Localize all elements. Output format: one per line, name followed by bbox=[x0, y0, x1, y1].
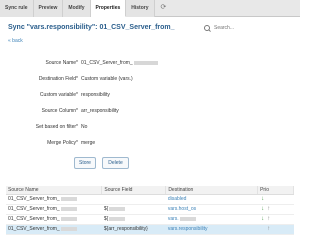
table-row[interactable]: 01_CSV_Server_from_ ${ vars.host_os ↓ ↑ bbox=[6, 204, 294, 215]
merge-policy-label: Merge Policy* bbox=[47, 140, 78, 146]
tab-sync-rule[interactable]: Sync rule bbox=[0, 0, 34, 17]
source-name-value[interactable]: 01_CSV_Server_from_ bbox=[81, 60, 158, 66]
form-row-destination-field: Destination Field* Custom variable (vars… bbox=[0, 74, 300, 86]
tab-modify[interactable]: Modify bbox=[63, 0, 91, 17]
cell-source-name: 01_CSV_Server_from_ bbox=[6, 204, 102, 215]
cell-destination: disabled bbox=[165, 194, 258, 205]
cell-prio: ↓ ↑ bbox=[257, 204, 294, 215]
cell-source-field: ${ bbox=[101, 214, 166, 225]
refresh-icon[interactable]: ⟳ bbox=[155, 0, 173, 17]
cell-source-field: ${ bbox=[101, 204, 166, 215]
arrow-down-icon[interactable]: ↓ bbox=[260, 196, 266, 202]
col-destination[interactable]: Destination bbox=[165, 186, 259, 195]
col-source-name[interactable]: Source Name bbox=[6, 186, 103, 195]
form-row-custom-variable: Custom variable* responsibility bbox=[0, 90, 300, 102]
cell-source-name: 01_CSV_Server_from_ bbox=[6, 194, 102, 205]
table-row-selected[interactable]: 01_CSV_Server_from_ ${arr_responsibility… bbox=[6, 224, 294, 235]
col-source-field[interactable]: Source Field bbox=[101, 186, 167, 195]
arrow-up-icon[interactable]: ↑ bbox=[266, 216, 272, 222]
cell-source-name: 01_CSV_Server_from_ bbox=[6, 224, 102, 235]
form-row-source-column: Source Column* arr_responsibility bbox=[0, 106, 300, 118]
cell-destination: vars. bbox=[165, 214, 258, 225]
sync-properties-table: Source Name Source Field Destination Pri… bbox=[6, 186, 294, 235]
destination-field-value[interactable]: Custom variable (vars.) bbox=[81, 76, 133, 82]
form-row-source-name: Source Name* 01_CSV_Server_from_ bbox=[0, 58, 300, 70]
arrow-up-icon[interactable]: ↑ bbox=[266, 206, 272, 212]
cell-destination: vars.responsibility bbox=[165, 224, 258, 235]
custom-variable-label: Custom variable* bbox=[39, 92, 78, 98]
destination-field-label: Destination Field* bbox=[38, 76, 78, 82]
search-input[interactable] bbox=[214, 25, 294, 31]
col-prio[interactable]: Prio bbox=[257, 186, 294, 195]
cell-prio: ↑ bbox=[257, 224, 294, 235]
cell-source-field: ${arr_responsibility} bbox=[101, 224, 166, 235]
tab-preview[interactable]: Preview bbox=[33, 0, 64, 17]
form-row-merge-policy: Merge Policy* merge bbox=[0, 138, 300, 150]
table-row[interactable]: 01_CSV_Server_from_ disabled ↓ bbox=[6, 194, 294, 205]
form-row-set-based-on-filter: Set based on filter* No bbox=[0, 122, 300, 134]
source-name-label: Source Name* bbox=[45, 60, 78, 66]
tab-history[interactable]: History bbox=[126, 0, 155, 17]
cell-prio: ↓ ↑ bbox=[257, 214, 294, 225]
arrow-up-icon[interactable]: ↑ bbox=[266, 226, 272, 232]
table-header-row: Source Name Source Field Destination Pri… bbox=[6, 186, 294, 195]
page-title: Sync "vars.responsibility": 01_CSV_Serve… bbox=[8, 24, 175, 31]
tab-bar: Sync rule Preview Modify Properties Hist… bbox=[0, 0, 300, 17]
custom-variable-value[interactable]: responsibility bbox=[81, 92, 110, 98]
set-based-on-filter-label: Set based on filter* bbox=[35, 124, 78, 130]
cell-source-name: 01_CSV_Server_from_ bbox=[6, 214, 102, 225]
cell-destination: vars.host_os bbox=[165, 204, 258, 215]
source-column-label: Source Column* bbox=[41, 108, 78, 114]
delete-button[interactable]: Delete bbox=[102, 157, 129, 169]
back-link[interactable]: « back bbox=[8, 38, 23, 44]
tab-properties[interactable]: Properties bbox=[90, 0, 127, 17]
cell-prio: ↓ bbox=[257, 194, 294, 205]
search-icon bbox=[204, 24, 211, 32]
merge-policy-value[interactable]: merge bbox=[81, 140, 95, 146]
cell-source-field bbox=[101, 194, 166, 205]
source-column-value[interactable]: arr_responsibility bbox=[81, 108, 119, 114]
store-button[interactable]: Store bbox=[74, 157, 96, 169]
search-box[interactable] bbox=[204, 22, 296, 34]
table-row[interactable]: 01_CSV_Server_from_ ${ vars. ↓ ↑ bbox=[6, 214, 294, 225]
set-based-on-filter-value[interactable]: No bbox=[81, 124, 87, 130]
